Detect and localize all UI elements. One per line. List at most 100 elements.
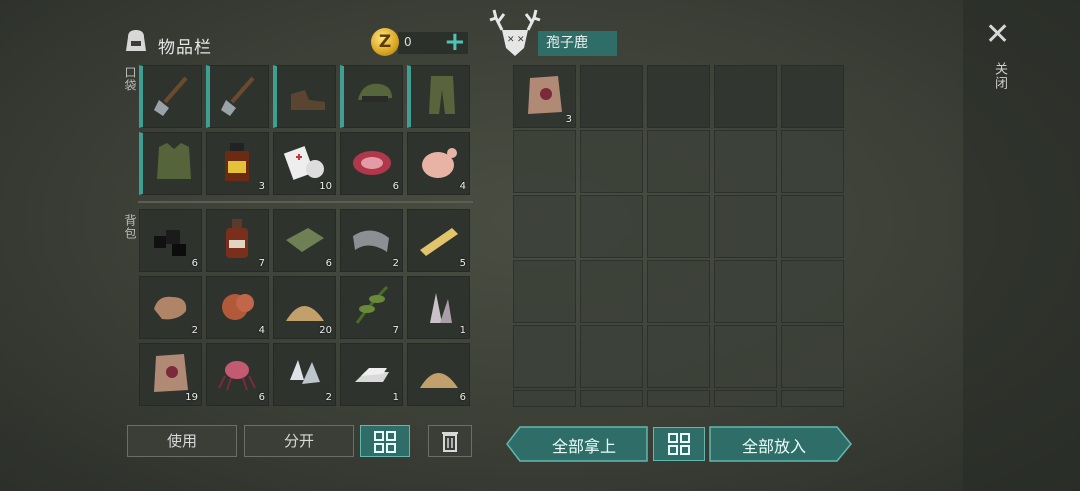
item-count: 3 [565, 114, 572, 125]
bandage-icon [282, 139, 327, 184]
inventory-slot[interactable] [513, 195, 576, 258]
sand-pile-icon [416, 350, 461, 395]
inventory-slot[interactable] [513, 260, 576, 323]
inventory-slot[interactable] [647, 325, 710, 388]
coin-count: 0 [404, 35, 412, 49]
inventory-slot[interactable] [714, 260, 777, 323]
coin-icon: Z [371, 28, 399, 56]
item-count: 1 [459, 325, 466, 336]
inventory-slot[interactable] [647, 260, 710, 323]
pocket-label: 口袋 [123, 66, 137, 92]
inventory-slot[interactable] [714, 325, 777, 388]
inventory-slot[interactable]: 6 [273, 209, 336, 272]
inventory-slot[interactable] [580, 65, 643, 128]
inventory-slot[interactable] [407, 65, 470, 128]
inventory-slot[interactable]: 7 [206, 209, 269, 272]
right-panel-strip [963, 0, 1080, 491]
raw-meat-icon [349, 139, 394, 184]
section-divider [138, 201, 473, 203]
inventory-slot[interactable] [781, 260, 844, 323]
inventory-slot[interactable]: 2 [139, 276, 202, 339]
close-label[interactable]: 关闭 [990, 62, 1009, 90]
inventory-slot[interactable] [781, 65, 844, 128]
inventory-slot[interactable] [580, 195, 643, 258]
close-icon[interactable]: ✕ [985, 20, 1010, 50]
inventory-slot[interactable]: 7 [340, 276, 403, 339]
inventory-slot[interactable]: 2 [273, 343, 336, 406]
item-count: 19 [185, 392, 198, 403]
inventory-slot[interactable] [647, 195, 710, 258]
inventory-slot[interactable]: 19 [139, 343, 202, 406]
inventory-slot[interactable]: 5 [407, 209, 470, 272]
inventory-slot[interactable] [714, 65, 777, 128]
raw-chicken-icon [416, 139, 461, 184]
inventory-slot[interactable] [714, 390, 777, 407]
put-all-label: 全部放入 [741, 437, 806, 456]
camo-cap-icon [352, 72, 397, 117]
split-button[interactable]: 分开 [244, 425, 354, 457]
item-count: 4 [459, 181, 466, 192]
inventory-slot[interactable]: 3 [206, 132, 269, 195]
svg-text:✕: ✕ [517, 35, 525, 45]
crystal-icon [416, 283, 461, 328]
grid-sort-icon [374, 431, 396, 453]
wood-plank-icon [416, 216, 461, 261]
grid-sort-icon [668, 433, 690, 455]
inventory-slot[interactable]: 10 [273, 132, 336, 195]
copper-ore-icon [215, 283, 260, 328]
inventory-slot[interactable] [781, 325, 844, 388]
inventory-slot[interactable] [714, 195, 777, 258]
inventory-slot[interactable]: 6 [407, 343, 470, 406]
inventory-slot[interactable] [513, 130, 576, 193]
inventory-slot[interactable]: 4 [407, 132, 470, 195]
shovel-icon [218, 72, 263, 117]
inventory-slot[interactable] [714, 130, 777, 193]
inventory-slot[interactable]: 3 [513, 65, 576, 128]
inventory-slot[interactable] [513, 325, 576, 388]
inventory-slot[interactable] [647, 65, 710, 128]
inventory-slot[interactable]: 4 [206, 276, 269, 339]
inventory-slot[interactable] [580, 130, 643, 193]
inventory-slot[interactable]: 6 [206, 343, 269, 406]
inventory-slot[interactable] [647, 130, 710, 193]
inventory-slot[interactable]: 1 [340, 343, 403, 406]
inventory-slot[interactable] [580, 325, 643, 388]
loot-sort-button[interactable] [653, 427, 705, 461]
inventory-slot[interactable] [580, 260, 643, 323]
item-count: 2 [392, 258, 399, 269]
item-count: 6 [191, 258, 198, 269]
inventory-slot[interactable]: 1 [407, 276, 470, 339]
shovel-icon [151, 72, 196, 117]
use-button[interactable]: 使用 [127, 425, 237, 457]
inventory-slot[interactable] [513, 390, 576, 407]
inventory-slot[interactable] [580, 390, 643, 407]
inventory-slot[interactable]: 2 [340, 209, 403, 272]
spore-icon [215, 350, 260, 395]
inventory-slot[interactable] [781, 195, 844, 258]
loot-source-name: 孢子鹿 [538, 31, 617, 56]
inventory-slot[interactable]: 20 [273, 276, 336, 339]
inventory-slot[interactable] [647, 390, 710, 407]
add-coins-button[interactable]: + [444, 27, 466, 57]
item-count: 7 [258, 258, 265, 269]
boots-icon [285, 72, 330, 117]
item-count: 3 [258, 181, 265, 192]
item-count: 5 [459, 258, 466, 269]
inventory-slot[interactable] [139, 65, 202, 128]
sort-button[interactable] [360, 425, 410, 457]
item-count: 4 [258, 325, 265, 336]
inventory-slot[interactable] [273, 65, 336, 128]
inventory-slot[interactable] [781, 130, 844, 193]
item-count: 20 [319, 325, 332, 336]
inventory-slot[interactable]: 6 [139, 209, 202, 272]
inventory-slot[interactable] [781, 390, 844, 407]
inventory-slot[interactable] [340, 65, 403, 128]
inventory-slot[interactable]: 6 [340, 132, 403, 195]
trash-button[interactable] [428, 425, 472, 457]
coal-icon [148, 216, 193, 261]
iron-ingot-icon [349, 350, 394, 395]
inventory-slot[interactable] [206, 65, 269, 128]
item-count: 10 [319, 181, 332, 192]
inventory-slot[interactable] [139, 132, 202, 195]
backpack-icon [126, 30, 146, 51]
